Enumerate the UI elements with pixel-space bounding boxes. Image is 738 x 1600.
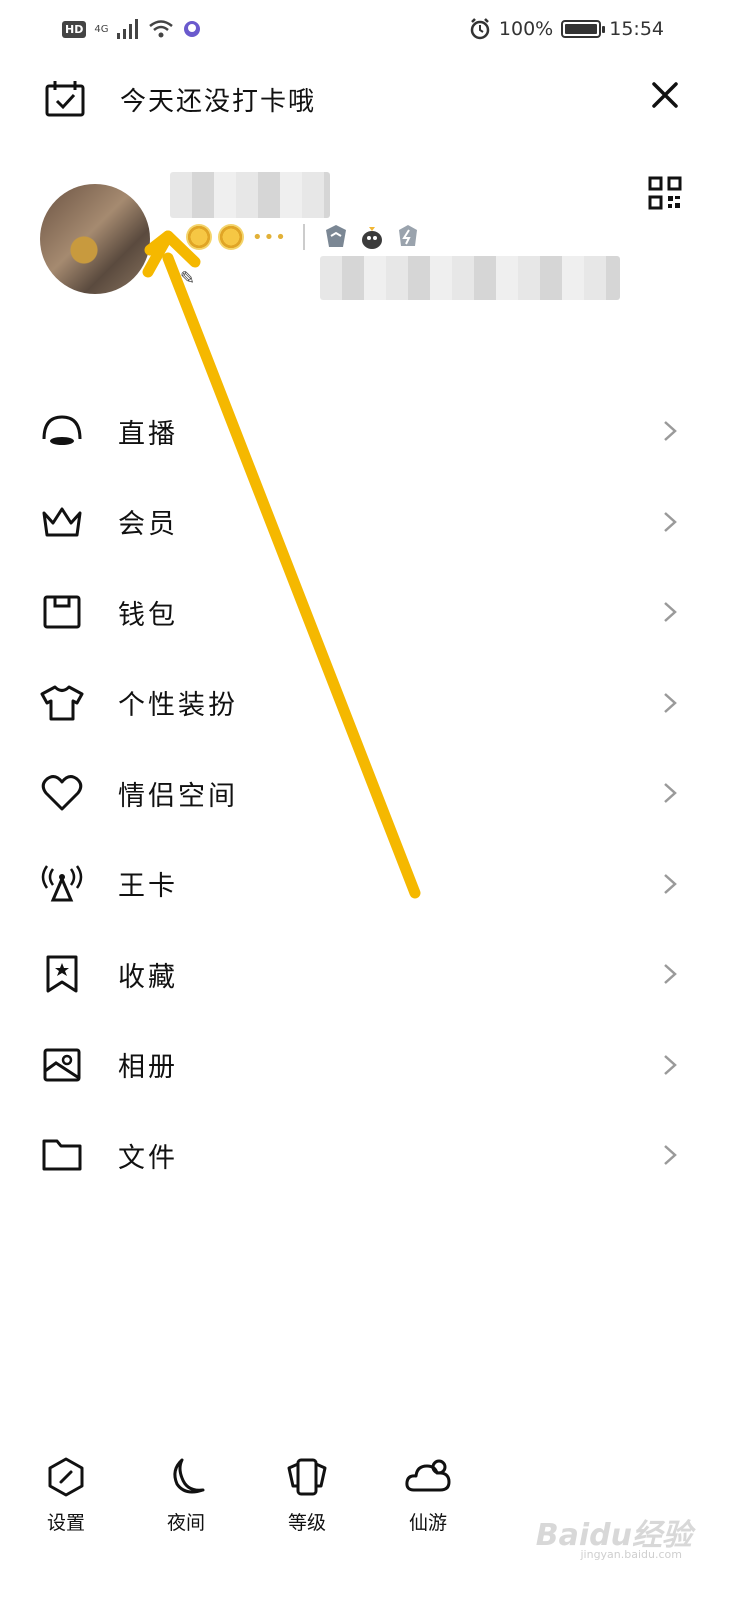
tab-settings[interactable]: 设置	[26, 1456, 106, 1535]
checkin-row[interactable]: 今天还没打卡哦	[44, 80, 316, 118]
signal-tower-icon	[40, 862, 84, 906]
menu-label: 直播	[118, 418, 178, 450]
checkin-text: 今天还没打卡哦	[120, 86, 317, 117]
menu-item-king-card[interactable]: 王卡	[0, 839, 738, 930]
signature-blurred[interactable]	[320, 256, 620, 300]
tab-label: 夜间	[166, 1512, 205, 1534]
battery-percent: 100%	[498, 18, 554, 40]
avatar[interactable]	[40, 184, 150, 294]
clock: 15:54	[609, 18, 664, 40]
cloud-icon	[405, 1459, 451, 1492]
menu-item-live[interactable]: 直播	[0, 386, 738, 477]
network-type: 4G	[94, 23, 109, 35]
menu-label: 会员	[118, 509, 178, 541]
hd-indicator: HD	[62, 20, 87, 38]
more-dots-icon: •••	[252, 226, 287, 248]
menu-item-album[interactable]: 相册	[0, 1020, 738, 1111]
app-notification-icon	[184, 21, 201, 37]
tab-label: 仙游	[408, 1512, 447, 1534]
edit-pencil-icon[interactable]: ✎	[180, 268, 195, 289]
chevron-right-icon	[664, 964, 677, 985]
menu-label: 王卡	[118, 871, 178, 903]
tab-label: 设置	[46, 1512, 85, 1534]
menu-label: 相册	[118, 1052, 178, 1084]
menu-item-theme[interactable]: 个性装扮	[0, 658, 738, 749]
moon-icon	[173, 1458, 205, 1494]
menu-item-favorites[interactable]: 收藏	[0, 929, 738, 1020]
vip-badge-icon	[325, 225, 346, 247]
settings-icon	[48, 1457, 84, 1497]
tab-label: 等级	[287, 1512, 326, 1534]
menu-label: 情侣空间	[118, 780, 238, 812]
lightning-badge-icon	[398, 225, 417, 246]
menu-label: 收藏	[118, 961, 178, 993]
chevron-right-icon	[664, 511, 677, 532]
tab-level[interactable]: 等级	[267, 1456, 347, 1535]
crown-icon	[40, 500, 84, 544]
bookmark-star-icon	[40, 952, 84, 996]
chevron-right-icon	[664, 421, 677, 442]
chevron-right-icon	[664, 1054, 677, 1075]
menu-item-couple[interactable]: 情侣空间	[0, 748, 738, 839]
sun-badge-icon	[186, 224, 212, 250]
menu-list: 直播 会员 钱包 个性装扮 情侣空间 王卡 收藏 相册 文件	[0, 386, 738, 1201]
menu-item-wallet[interactable]: 钱包	[0, 567, 738, 658]
chevron-right-icon	[664, 602, 677, 623]
battery-icon	[561, 20, 606, 38]
chevron-right-icon	[664, 873, 677, 894]
status-bar-left: HD 4G	[62, 16, 202, 42]
tshirt-icon	[40, 681, 84, 725]
menu-item-files[interactable]: 文件	[0, 1110, 738, 1201]
penguin-badge-icon	[361, 227, 382, 249]
menu-item-vip[interactable]: 会员	[0, 477, 738, 568]
badge-divider	[302, 224, 305, 250]
heart-icon	[40, 771, 84, 815]
nickname-blurred[interactable]	[170, 172, 330, 218]
baidu-watermark-url: jingyan.baidu.com	[580, 1548, 682, 1561]
menu-label: 文件	[118, 1142, 178, 1174]
level-badges[interactable]: •••	[186, 222, 423, 252]
level-icon	[287, 1458, 327, 1496]
qr-code-icon[interactable]	[648, 176, 682, 210]
photo-album-icon	[40, 1043, 84, 1087]
close-icon[interactable]	[650, 80, 680, 110]
status-bar-right: 100% 15:54	[469, 14, 664, 44]
chevron-right-icon	[664, 783, 677, 804]
tab-xianyou[interactable]: 仙游	[388, 1456, 468, 1535]
folder-icon	[40, 1133, 84, 1177]
sun-badge-icon	[218, 224, 244, 250]
chevron-right-icon	[664, 1145, 677, 1166]
live-icon	[40, 409, 84, 453]
alarm-icon	[470, 18, 490, 40]
calendar-check-icon	[45, 81, 85, 117]
wallet-icon	[40, 590, 84, 634]
menu-label: 钱包	[118, 599, 178, 631]
chevron-right-icon	[664, 692, 677, 713]
wifi-icon	[149, 20, 174, 38]
tab-night-mode[interactable]: 夜间	[146, 1456, 226, 1535]
signal-icon	[117, 19, 139, 39]
menu-label: 个性装扮	[118, 690, 238, 722]
